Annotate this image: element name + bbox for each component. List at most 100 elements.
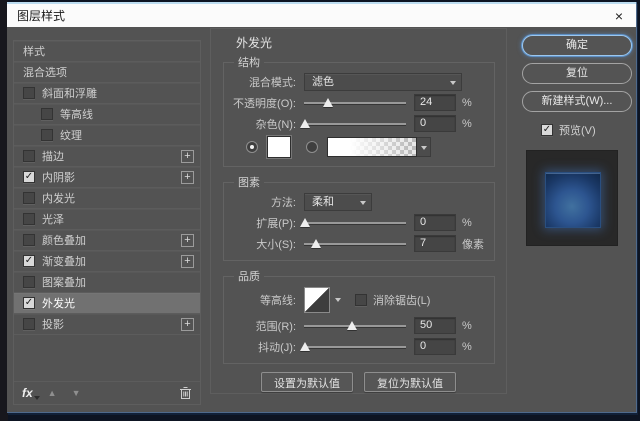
checkbox-unchecked-icon[interactable] bbox=[41, 108, 53, 120]
opacity-input[interactable]: 24 bbox=[414, 94, 456, 111]
checkbox-unchecked-icon[interactable] bbox=[23, 87, 35, 99]
gradient-picker-button[interactable] bbox=[417, 137, 431, 157]
range-input[interactable]: 50 bbox=[414, 317, 456, 334]
opacity-slider[interactable] bbox=[304, 96, 406, 110]
quality-group: 品质 等高线: 消除锯齿(L) 范围(R): 50 % 抖动(J): 0 % bbox=[223, 268, 495, 364]
blend-mode-row: 混合模式: 滤色 bbox=[230, 71, 486, 92]
sidebar-item-color-overlay[interactable]: 颜色叠加 + bbox=[14, 230, 200, 251]
style-preview-glow-square bbox=[545, 172, 601, 228]
slider-thumb-icon[interactable] bbox=[346, 320, 357, 330]
noise-slider[interactable] bbox=[300, 117, 406, 131]
slider-thumb-icon[interactable] bbox=[300, 217, 311, 227]
slider-thumb-icon[interactable] bbox=[300, 118, 311, 128]
antialias-checkbox[interactable] bbox=[355, 294, 367, 306]
slider-thumb-icon[interactable] bbox=[300, 341, 311, 351]
checkbox-unchecked-icon[interactable] bbox=[23, 276, 35, 288]
sidebar-item-satin[interactable]: 光泽 bbox=[14, 209, 200, 230]
glow-gradient-bar[interactable] bbox=[327, 137, 417, 157]
jitter-slider[interactable] bbox=[300, 340, 406, 354]
checkbox-unchecked-icon[interactable] bbox=[23, 213, 35, 225]
close-icon[interactable]: × bbox=[612, 9, 626, 23]
slider-track bbox=[304, 345, 406, 348]
sidebar-item-label: 内阴影 bbox=[42, 172, 75, 184]
spread-input[interactable]: 0 bbox=[414, 214, 456, 231]
checkbox-checked-icon[interactable]: ✓ bbox=[23, 297, 35, 309]
checkbox-checked-icon[interactable]: ✓ bbox=[23, 255, 35, 267]
chevron-down-icon bbox=[335, 298, 341, 302]
sidebar-item-stroke[interactable]: 描边 + bbox=[14, 146, 200, 167]
sidebar-item-texture[interactable]: 纹理 bbox=[14, 125, 200, 146]
preview-checkbox[interactable]: ✓ bbox=[541, 124, 553, 136]
size-input[interactable]: 7 bbox=[414, 235, 456, 252]
sidebar-item-inner-glow[interactable]: 内发光 bbox=[14, 188, 200, 209]
gradient-radio[interactable] bbox=[306, 141, 318, 153]
sidebar-item-label: 渐变叠加 bbox=[42, 256, 86, 268]
move-effect-up-icon[interactable]: ▲ bbox=[48, 388, 57, 398]
noise-unit: % bbox=[462, 117, 472, 130]
contour-picker[interactable] bbox=[304, 287, 330, 313]
antialias-label: 消除锯齿(L) bbox=[373, 295, 431, 307]
sidebar-item-label: 混合选项 bbox=[23, 67, 67, 79]
sidebar-item-bevel-emboss[interactable]: 斜面和浮雕 bbox=[14, 83, 200, 104]
ok-button[interactable]: 确定 bbox=[522, 35, 632, 56]
opacity-unit: % bbox=[462, 96, 472, 109]
sidebar-item-styles[interactable]: 样式 bbox=[14, 41, 200, 62]
style-preview-thumbnail bbox=[526, 150, 618, 246]
checkbox-unchecked-icon[interactable] bbox=[23, 192, 35, 204]
checkbox-checked-icon[interactable]: ✓ bbox=[23, 171, 35, 183]
sidebar-item-contour[interactable]: 等高线 bbox=[14, 104, 200, 125]
contour-label: 等高线: bbox=[259, 295, 296, 307]
delete-effect-icon[interactable] bbox=[179, 386, 192, 400]
jitter-unit: % bbox=[462, 340, 472, 353]
sidebar-item-blending-options[interactable]: 混合选项 bbox=[14, 62, 200, 83]
desktop-background: 图层样式 × 样式 混合选项 斜面和浮雕 等高线 纹理 描边 + ✓ 内阴影 +… bbox=[0, 0, 640, 421]
title-bar[interactable]: 图层样式 × bbox=[7, 2, 636, 27]
solid-color-radio[interactable] bbox=[246, 141, 258, 153]
new-style-button[interactable]: 新建样式(W)... bbox=[522, 91, 632, 112]
glow-color-swatch[interactable] bbox=[267, 136, 291, 158]
reset-to-default-button[interactable]: 复位为默认值 bbox=[364, 372, 456, 392]
sidebar-item-outer-glow[interactable]: ✓ 外发光 bbox=[14, 293, 200, 314]
defaults-buttons-row: 设置为默认值 复位为默认值 bbox=[211, 372, 506, 392]
sidebar-item-drop-shadow[interactable]: 投影 + bbox=[14, 314, 200, 335]
size-slider[interactable] bbox=[304, 237, 406, 251]
add-effect-icon[interactable]: + bbox=[181, 149, 194, 163]
sidebar-item-inner-shadow[interactable]: ✓ 内阴影 + bbox=[14, 167, 200, 188]
add-effect-icon[interactable]: + bbox=[181, 317, 194, 331]
add-effect-icon[interactable]: + bbox=[181, 233, 194, 247]
slider-thumb-icon[interactable] bbox=[323, 97, 334, 107]
slider-thumb-icon[interactable] bbox=[311, 238, 322, 248]
sidebar-item-label: 光泽 bbox=[42, 214, 64, 226]
technique-select[interactable]: 柔和 bbox=[304, 192, 372, 211]
technique-row: 方法: 柔和 bbox=[230, 191, 486, 212]
preview-label: 预览(V) bbox=[559, 125, 596, 137]
fx-menu-button[interactable]: fx bbox=[22, 386, 40, 400]
noise-row: 杂色(N): 0 % bbox=[230, 113, 486, 134]
add-effect-icon[interactable]: + bbox=[181, 170, 194, 184]
chevron-down-icon bbox=[450, 80, 456, 85]
panel-title: 外发光 bbox=[236, 36, 273, 50]
sidebar-item-gradient-overlay[interactable]: ✓ 渐变叠加 + bbox=[14, 251, 200, 272]
sidebar-item-pattern-overlay[interactable]: 图案叠加 bbox=[14, 272, 200, 293]
contour-dropdown-button[interactable] bbox=[330, 287, 343, 313]
checkbox-unchecked-icon[interactable] bbox=[23, 318, 35, 330]
jitter-label: 抖动(J): bbox=[258, 341, 296, 354]
spread-slider[interactable] bbox=[300, 216, 406, 230]
quality-legend: 品质 bbox=[238, 271, 260, 283]
range-row: 范围(R): 50 % bbox=[230, 315, 486, 336]
range-slider[interactable] bbox=[304, 319, 406, 333]
effects-list-panel: 样式 混合选项 斜面和浮雕 等高线 纹理 描边 + ✓ 内阴影 + 内发光 光泽… bbox=[13, 40, 201, 405]
checkbox-unchecked-icon[interactable] bbox=[23, 150, 35, 162]
range-unit: % bbox=[462, 319, 472, 332]
noise-input[interactable]: 0 bbox=[414, 115, 456, 132]
sidebar-item-label: 外发光 bbox=[42, 298, 75, 310]
move-effect-down-icon[interactable]: ▼ bbox=[72, 388, 81, 398]
checkbox-unchecked-icon[interactable] bbox=[23, 234, 35, 246]
checkbox-unchecked-icon[interactable] bbox=[41, 129, 53, 141]
add-effect-icon[interactable]: + bbox=[181, 254, 194, 268]
make-default-button[interactable]: 设置为默认值 bbox=[261, 372, 353, 392]
jitter-input[interactable]: 0 bbox=[414, 338, 456, 355]
blend-mode-select[interactable]: 滤色 bbox=[304, 72, 462, 91]
spread-label: 扩展(P): bbox=[256, 217, 296, 230]
reset-button[interactable]: 复位 bbox=[522, 63, 632, 84]
